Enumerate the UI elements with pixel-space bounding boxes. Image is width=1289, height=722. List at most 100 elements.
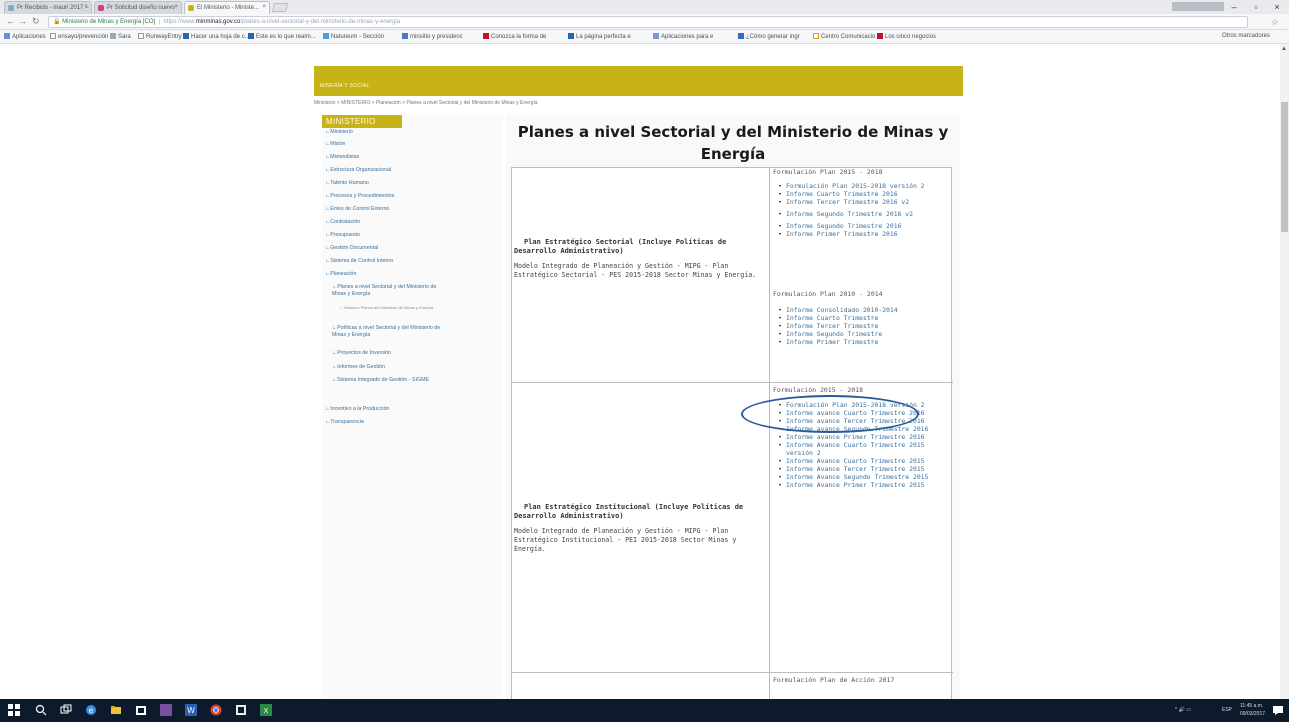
report-link[interactable]: Informe Tercer Trimestre 2016 v2 bbox=[778, 198, 948, 206]
sidebar-item-entes[interactable]: ∟Entes de Control Externo bbox=[325, 206, 389, 212]
sidebar-item-transparencia[interactable]: ∟Transparencia bbox=[325, 419, 364, 425]
bookmark-item[interactable]: ¿Cómo generar ingr bbox=[738, 33, 800, 40]
bookmark-item[interactable]: Centro Comunicacio bbox=[813, 33, 875, 40]
sidebar-item-planeacion[interactable]: ∟Planeación bbox=[325, 271, 356, 277]
sidebar-item-informes[interactable]: ∟Informes de Gestión bbox=[332, 364, 385, 370]
report-link[interactable]: Informe Segundo Trimestre 2016 bbox=[778, 222, 948, 230]
bookmark-item[interactable]: RunwayEntry bbox=[138, 33, 182, 40]
report-link[interactable]: Informe Primer Trimestre 2016 bbox=[778, 230, 948, 238]
sidebar-item-politicas[interactable]: ∟Políticas a nivel Sectorial y del Minis… bbox=[332, 325, 442, 339]
report-link[interactable]: Informe Tercer Trimestre bbox=[778, 322, 948, 330]
sidebar-item-proyectos[interactable]: ∟Proyectos de Inversión bbox=[332, 350, 391, 356]
chrome-icon[interactable] bbox=[210, 704, 222, 716]
report-link[interactable]: Informe avance Primer Trimestre 2016 bbox=[778, 433, 948, 441]
sidebar-item-gestion-documental[interactable]: ∟Gestión Documental bbox=[325, 245, 378, 251]
maximize-icon[interactable]: ▫ bbox=[1247, 0, 1265, 14]
close-icon[interactable]: × bbox=[262, 4, 266, 10]
page-icon bbox=[568, 33, 574, 39]
sidebar-item-incentivo[interactable]: ∟Incentivo a la Producción bbox=[325, 406, 389, 412]
browser-tab-active[interactable]: El Ministerio - Ministe... × bbox=[184, 1, 270, 14]
link-list: Informe Consolidado 2010-2014 Informe Cu… bbox=[778, 306, 948, 346]
lock-icon: 🔒 bbox=[53, 19, 61, 25]
page-icon bbox=[183, 33, 189, 39]
app-icon[interactable] bbox=[160, 704, 172, 716]
reload-icon[interactable]: ↻ bbox=[32, 16, 40, 27]
edge-browser-icon[interactable]: e bbox=[85, 704, 97, 716]
bookmark-item[interactable]: Este es lo que realm... bbox=[248, 33, 316, 40]
report-link[interactable]: Informe avance Tercer Trimestre 2016 bbox=[778, 417, 948, 425]
notification-icon[interactable] bbox=[1272, 704, 1284, 716]
report-link[interactable]: Informe Primer Trimestre bbox=[778, 338, 948, 346]
sidebar-item-estructura[interactable]: ∟Estructura Organizacional bbox=[325, 167, 391, 173]
plan-links-cell: Formulación Plan 2015 - 2018 Formulación… bbox=[770, 168, 952, 382]
scroll-up-icon[interactable]: ▲ bbox=[1281, 46, 1287, 52]
bookmark-item[interactable]: Aplicaciones para e bbox=[653, 33, 713, 40]
page-title: Planes a nivel Sectorial y del Ministeri… bbox=[517, 123, 949, 163]
report-link[interactable]: Informe Segundo Trimestre 2016 v2 bbox=[778, 210, 948, 218]
bookmark-item[interactable]: La página perfecta e bbox=[568, 33, 631, 40]
bookmark-item[interactable]: Conozca la forma de bbox=[483, 33, 546, 40]
close-icon[interactable]: × bbox=[174, 4, 178, 10]
report-link[interactable]: Informe Avance Segundo Trimestre 2015 bbox=[778, 473, 948, 481]
back-arrow-icon[interactable]: ← bbox=[6, 16, 15, 26]
app-icon[interactable] bbox=[235, 704, 247, 716]
sidebar-item-sigme[interactable]: ∟Sistema Integrado de Gestión - SIGME bbox=[332, 377, 432, 384]
report-link[interactable]: Informe Cuarto Trimestre 2016 bbox=[778, 190, 948, 198]
url-input[interactable]: 🔒 Ministerio de Minas y Energía [CO] | h… bbox=[48, 16, 1248, 28]
report-link[interactable]: Informe Avance Primer Trimestre 2015 bbox=[778, 481, 948, 489]
sidebar-item-planes[interactable]: ∟Planes a nivel Sectorial y del Minister… bbox=[332, 284, 442, 298]
report-link[interactable]: Informe Avance Cuarto Trimestre 2015 ver… bbox=[778, 441, 948, 457]
report-link[interactable]: Informe avance Cuarto Trimestre 2016 bbox=[778, 409, 948, 417]
browser-tab[interactable]: Pr Recibido - mauri 2017 – × bbox=[4, 1, 92, 14]
report-link-highlighted[interactable]: Formulación Plan 2015-2018 versión 2 bbox=[778, 401, 948, 409]
report-link[interactable]: Informe Segundo Trimestre bbox=[778, 330, 948, 338]
bookmark-item[interactable]: Sara bbox=[110, 33, 131, 40]
task-view-icon[interactable] bbox=[60, 704, 72, 716]
sidebar-item-presupuesto[interactable]: ∟Presupuesto bbox=[325, 232, 360, 238]
breadcrumb[interactable]: Ministerio > MINISTERIO > Planeación > P… bbox=[314, 100, 538, 106]
bookmark-item[interactable]: Aplicaciones bbox=[4, 33, 46, 40]
report-link[interactable]: Informe Avance Cuarto Trimestre 2015 bbox=[778, 457, 948, 465]
excel-icon[interactable]: X bbox=[260, 704, 272, 716]
file-explorer-icon[interactable] bbox=[110, 704, 122, 716]
forward-arrow-icon[interactable]: → bbox=[18, 16, 27, 26]
new-tab-button[interactable] bbox=[271, 3, 289, 12]
sidebar-item-ministerio[interactable]: ∟Ministerio bbox=[325, 129, 353, 135]
clock-time[interactable]: 11:45 a.m. bbox=[1240, 703, 1263, 709]
word-icon[interactable]: W bbox=[185, 704, 197, 716]
bookmark-item[interactable]: Natureum - Sección bbox=[323, 33, 384, 40]
sidebar-item-talento[interactable]: ∟Talento Humano bbox=[325, 180, 369, 186]
report-link[interactable]: Informe Consolidado 2010-2014 bbox=[778, 306, 948, 314]
close-icon[interactable]: × bbox=[84, 4, 88, 10]
bookmark-item[interactable]: minsitio y presidenc bbox=[402, 33, 463, 40]
minimize-icon[interactable]: – bbox=[1225, 0, 1243, 14]
report-link[interactable]: Informe Avance Tercer Trimestre 2015 bbox=[778, 465, 948, 473]
banner-text[interactable]: MINERÍA Y SOCIAL bbox=[320, 83, 370, 89]
profile-button[interactable] bbox=[1172, 2, 1224, 11]
clock-date[interactable]: 09/03/2017 bbox=[1240, 711, 1265, 717]
store-icon[interactable] bbox=[135, 704, 147, 716]
sidebar-item-mision[interactable]: ∟Misión bbox=[325, 141, 346, 147]
system-tray-icons[interactable]: ^ 🔊 ▭ bbox=[1175, 707, 1191, 713]
bookmark-item[interactable]: ensayo/prevención bbox=[50, 33, 108, 40]
windows-start-icon[interactable] bbox=[8, 704, 20, 716]
close-window-icon[interactable]: × bbox=[1268, 0, 1286, 14]
sidebar-item-contratacion[interactable]: ∟Contratación bbox=[325, 219, 360, 225]
search-icon[interactable] bbox=[35, 704, 47, 716]
scroll-thumb[interactable] bbox=[1281, 102, 1288, 232]
sidebar-item-procesos[interactable]: ∟Procesos y Procedimientos bbox=[325, 193, 394, 199]
browser-tab[interactable]: Pr Solicitud diseño nuevo × bbox=[94, 1, 182, 14]
report-link[interactable]: Formulación Plan 2015-2018 versión 2 bbox=[778, 182, 948, 190]
bookmark-star-icon[interactable]: ☆ bbox=[1271, 17, 1279, 28]
bookmarks-bar: Aplicaciones ensayo/prevención Sara Runw… bbox=[0, 30, 1289, 44]
vertical-scrollbar[interactable]: ▲ bbox=[1280, 44, 1289, 699]
other-bookmarks[interactable]: Otros marcadores bbox=[1222, 33, 1270, 39]
sidebar-item-control-interno[interactable]: ∟Sistema de Control Interno bbox=[325, 258, 393, 264]
report-link[interactable]: Informe Cuarto Trimestre bbox=[778, 314, 948, 322]
report-link[interactable]: Informe avance Segundo Trimestre 2016 bbox=[778, 425, 948, 433]
language-indicator[interactable]: ESP bbox=[1222, 707, 1232, 713]
bookmark-item[interactable]: Hacer una hoja de c... bbox=[183, 33, 250, 40]
bookmark-item[interactable]: Los cinco negocios bbox=[877, 33, 936, 40]
sidebar-item-historico[interactable]: ∟Histórico Planes del Ministerio de Mina… bbox=[340, 305, 442, 310]
sidebar-item[interactable]: ∟Miviendistas bbox=[325, 154, 359, 160]
